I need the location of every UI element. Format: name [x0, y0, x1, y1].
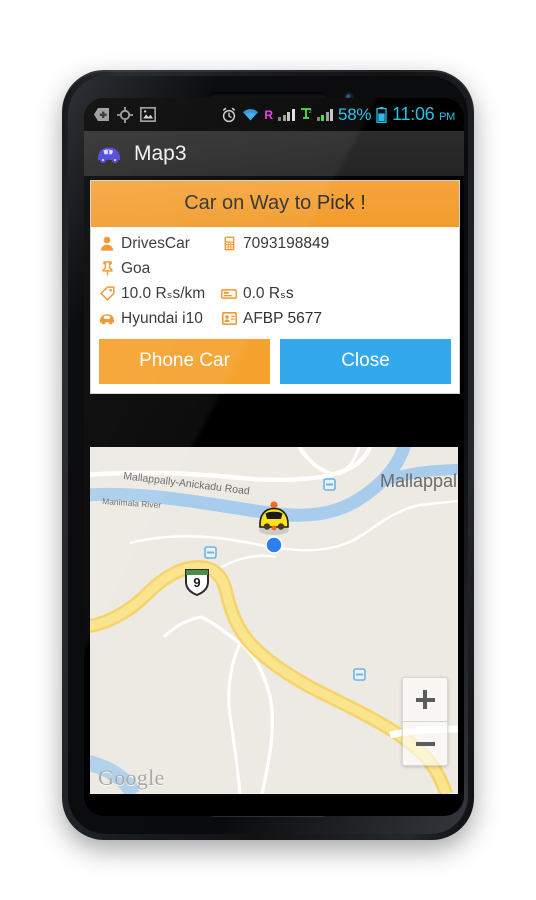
close-button[interactable]: Close — [280, 339, 451, 384]
detail-row: Hyundai i10 AFBP 5677 — [99, 306, 451, 331]
app-title: Map3 — [134, 141, 187, 165]
map-zoom-controls[interactable] — [402, 677, 448, 766]
card-actions: Phone Car Close — [91, 333, 459, 393]
clock-meridiem: PM — [439, 111, 455, 123]
map-town-label: Mallappally — [380, 471, 458, 491]
highway-shield-label: 9 — [193, 575, 200, 590]
fare-cell: 0.0 Rₛs — [221, 284, 294, 303]
app-action-bar: Map3 — [84, 131, 464, 176]
detail-row: DrivesCar 7093198849 — [99, 231, 451, 256]
map-view[interactable]: 9 Mallappally-Anickadu Road Manimala Riv… — [90, 447, 458, 794]
status-bar-indicators: R 2 58% 11:06 PM — [221, 104, 464, 125]
roaming-indicator: R — [264, 107, 274, 122]
status-bar: R 2 58% 11:06 PM — [84, 98, 464, 131]
pickup-location-cell: Goa — [99, 260, 221, 278]
phone-screen: R 2 58% 11:06 PM Map3 Car on Way to Pick… — [84, 98, 464, 816]
zoom-out-button[interactable] — [403, 722, 447, 765]
highway-shield-9: 9 — [185, 569, 209, 597]
google-attribution: Google — [98, 765, 165, 790]
license-plate-label: AFBP 5677 — [243, 309, 322, 327]
id-card-icon — [221, 311, 237, 327]
clock: 11:06 PM — [392, 104, 455, 125]
pickup-location-label: Goa — [121, 259, 151, 277]
clock-time: 11:06 — [392, 104, 435, 124]
gps-crosshair-icon — [117, 106, 133, 123]
phone-number-cell: 7093198849 — [221, 235, 329, 253]
vehicle-model-cell: Hyundai i10 — [99, 310, 221, 328]
car-icon — [99, 311, 115, 327]
image-icon — [140, 107, 156, 122]
zoom-in-button[interactable] — [403, 678, 447, 722]
ride-details-list: DrivesCar 7093198849 Goa 10.0 Rₛs/km 0.0… — [91, 227, 459, 333]
plus-icon — [415, 690, 435, 709]
phone-number-label: 7093198849 — [243, 234, 330, 252]
sim2-signal-bars — [316, 108, 334, 121]
phone-device: R 2 58% 11:06 PM Map3 Car on Way to Pick… — [62, 70, 474, 840]
ride-info-card: Car on Way to Pick ! DrivesCar 709319884… — [90, 180, 460, 394]
sim2-network-icon: 2 — [300, 107, 312, 122]
car-app-icon — [96, 144, 122, 164]
phone-icon — [221, 236, 237, 252]
phone-car-button[interactable]: Phone Car — [99, 339, 270, 384]
sim1-signal-bars — [278, 108, 295, 121]
detail-row: Goa — [99, 256, 451, 281]
phone-bezel: R 2 58% 11:06 PM Map3 Car on Way to Pick… — [68, 76, 468, 834]
status-bar-notifications — [84, 106, 156, 123]
detail-row: 10.0 Rₛs/km 0.0 Rₛs — [99, 281, 451, 306]
driver-name-cell: DrivesCar — [99, 235, 221, 253]
driver-name-label: DrivesCar — [121, 234, 190, 252]
minus-icon — [415, 734, 435, 753]
license-plate-cell: AFBP 5677 — [221, 310, 322, 328]
battery-percent-label: 58% — [338, 104, 372, 124]
alarm-icon — [221, 107, 237, 123]
blue-location-dot — [265, 536, 283, 554]
tag-icon — [99, 286, 115, 302]
ticket-icon — [221, 286, 237, 302]
fare-label: 0.0 Rₛs — [243, 285, 294, 302]
card-header-status: Car on Way to Pick ! — [91, 181, 459, 227]
wifi-icon — [242, 108, 259, 121]
vehicle-model-label: Hyundai i10 — [121, 309, 203, 327]
rate-label: 10.0 Rₛs/km — [121, 285, 206, 302]
person-icon — [99, 236, 115, 252]
svg-text:2: 2 — [308, 109, 311, 115]
plus-badge-icon — [93, 107, 110, 122]
rate-cell: 10.0 Rₛs/km — [99, 284, 221, 303]
battery-icon — [376, 106, 387, 123]
pin-icon — [99, 261, 115, 277]
